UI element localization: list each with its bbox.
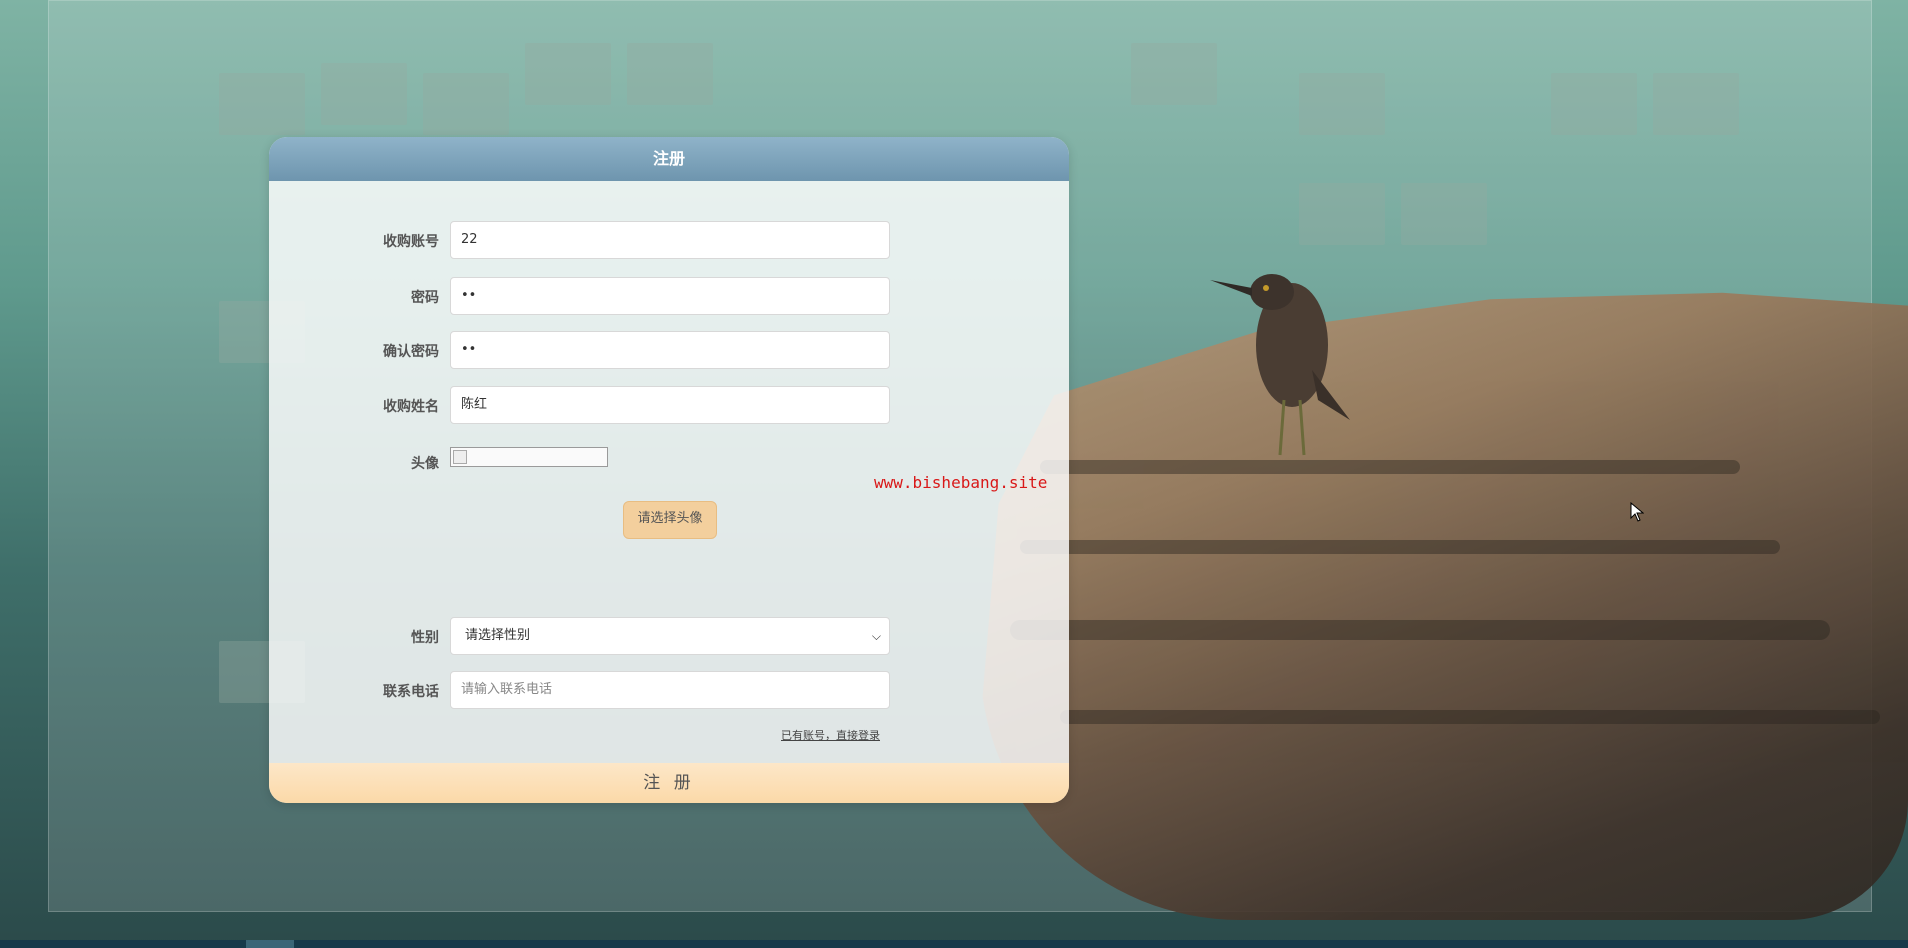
choose-avatar-button[interactable]: 请选择头像 (623, 501, 717, 539)
rock-stratum (1020, 540, 1780, 554)
background-thumbnail (1299, 183, 1385, 245)
rock-photo (980, 250, 1908, 948)
phone-input[interactable]: 请输入联系电话 (450, 671, 890, 709)
gender-select-value: 请选择性别 (465, 628, 531, 643)
password-input[interactable]: •• (450, 277, 890, 315)
background-thumbnail (1401, 183, 1487, 245)
account-label: 收购账号 (383, 234, 439, 250)
background-thumbnail (219, 73, 305, 135)
rock-stratum (1040, 460, 1740, 474)
desktop-background: 注册 收购账号 22 密码 •• 确认密码 •• 收购姓名 陈红 头像 请选择头… (0, 0, 1908, 948)
watermark-text: www.bishebang.site (874, 473, 1048, 492)
confirm-password-label: 确认密码 (383, 344, 439, 360)
phone-label: 联系电话 (383, 684, 439, 700)
name-input[interactable]: 陈红 (450, 386, 890, 424)
registration-dialog: 注册 收购账号 22 密码 •• 确认密码 •• 收购姓名 陈红 头像 请选择头… (269, 137, 1069, 803)
mouse-pointer-icon (1630, 502, 1644, 522)
background-thumbnail (423, 73, 509, 135)
avatar-label: 头像 (411, 456, 439, 472)
background-thumbnail (1653, 73, 1739, 135)
dialog-title: 注册 (269, 137, 1069, 181)
gender-label: 性别 (411, 630, 439, 646)
background-thumbnail (1551, 73, 1637, 135)
background-thumbnail (525, 43, 611, 105)
rock-stratum (1010, 620, 1830, 640)
background-thumbnail (627, 43, 713, 105)
rock (980, 292, 1908, 920)
taskbar-active-item[interactable] (246, 940, 294, 948)
background-thumbnail (1299, 73, 1385, 135)
avatar-image (450, 447, 608, 467)
account-input[interactable]: 22 (450, 221, 890, 259)
login-link[interactable]: 已有账号，直接登录 (781, 727, 880, 743)
rock-stratum (1060, 710, 1880, 724)
name-label: 收购姓名 (383, 399, 439, 415)
password-label: 密码 (411, 290, 439, 306)
taskbar (0, 940, 1908, 948)
gender-select[interactable]: 请选择性别 ⌵ (450, 617, 890, 655)
chevron-down-icon: ⌵ (871, 629, 881, 643)
background-thumbnail (1131, 43, 1217, 105)
broken-image-icon (453, 450, 467, 464)
confirm-password-input[interactable]: •• (450, 331, 890, 369)
background-thumbnail (321, 63, 407, 125)
heron-bird (1210, 274, 1350, 456)
register-submit-button[interactable]: 注 册 (269, 763, 1069, 803)
